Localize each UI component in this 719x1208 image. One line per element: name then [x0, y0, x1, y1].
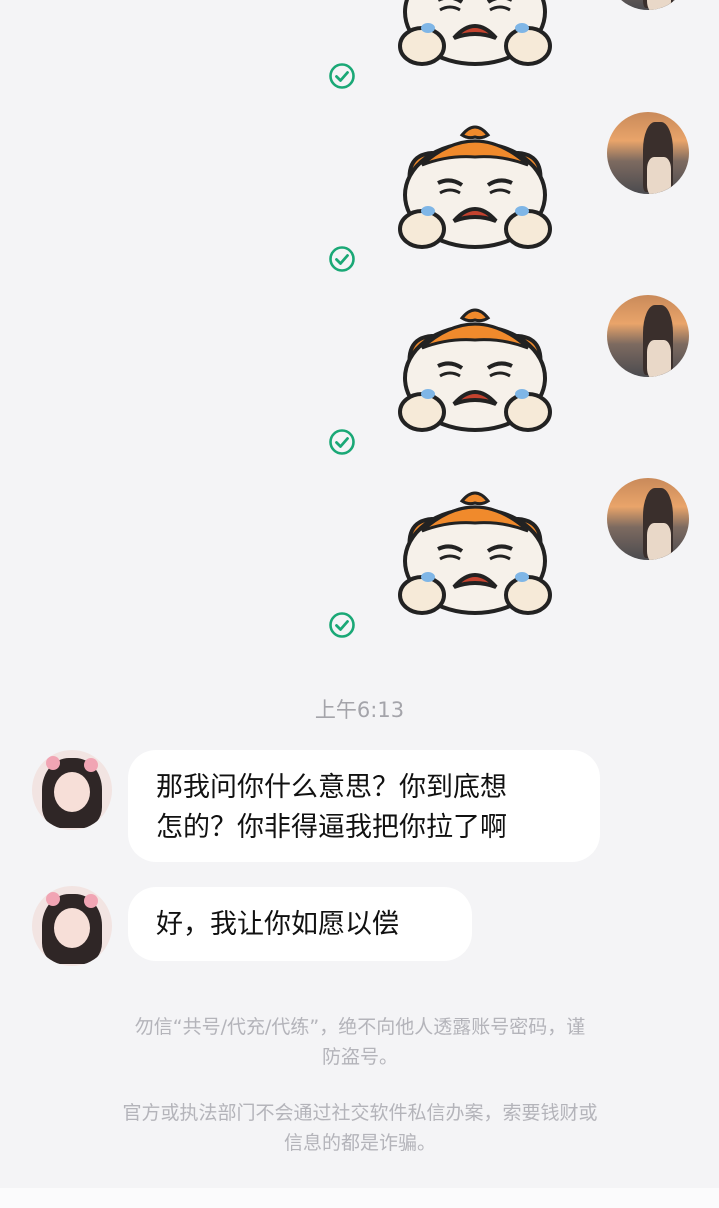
notice-line: 官方或执法部门不会通过社交软件私信办案，索要钱财或: [122, 1102, 598, 1124]
read-check-icon: [329, 429, 355, 455]
notice-line: 防盗号。: [321, 1046, 398, 1068]
bottom-divider: [0, 1188, 719, 1208]
avatar[interactable]: [607, 295, 689, 377]
avatar[interactable]: [607, 478, 689, 560]
avatar[interactable]: [32, 886, 112, 966]
message-text-line: 怎的？你非得逼我把你拉了啊: [156, 812, 507, 843]
avatar[interactable]: [32, 750, 112, 830]
security-notice: 勿信“共号/代充/代练”，绝不向他人透露账号密码，谨 防盗号。: [56, 1012, 664, 1072]
sticker-crying-cartoon[interactable]: [392, 125, 558, 251]
message-bubble[interactable]: 好，我让你如愿以偿: [128, 887, 472, 961]
avatar[interactable]: [607, 0, 689, 10]
notice-line: 勿信“共号/代充/代练”，绝不向他人透露账号密码，谨: [134, 1016, 586, 1038]
avatar[interactable]: [607, 112, 689, 194]
sticker-crying-cartoon[interactable]: [392, 308, 558, 434]
read-check-icon: [329, 63, 355, 89]
message-text-line: 好，我让你如愿以偿: [156, 909, 399, 940]
read-check-icon: [329, 246, 355, 272]
message-timestamp: 上午6:13: [314, 698, 405, 722]
message-bubble[interactable]: 那我问你什么意思？你到底想 怎的？你非得逼我把你拉了啊: [128, 750, 600, 862]
sticker-crying-cartoon[interactable]: [392, 0, 558, 68]
notice-line: 信息的都是诈骗。: [283, 1132, 436, 1154]
sticker-crying-cartoon[interactable]: [392, 491, 558, 617]
fraud-notice: 官方或执法部门不会通过社交软件私信办案，索要钱财或 信息的都是诈骗。: [56, 1098, 664, 1158]
read-check-icon: [329, 612, 355, 638]
message-text-line: 那我问你什么意思？你到底想: [156, 772, 507, 803]
